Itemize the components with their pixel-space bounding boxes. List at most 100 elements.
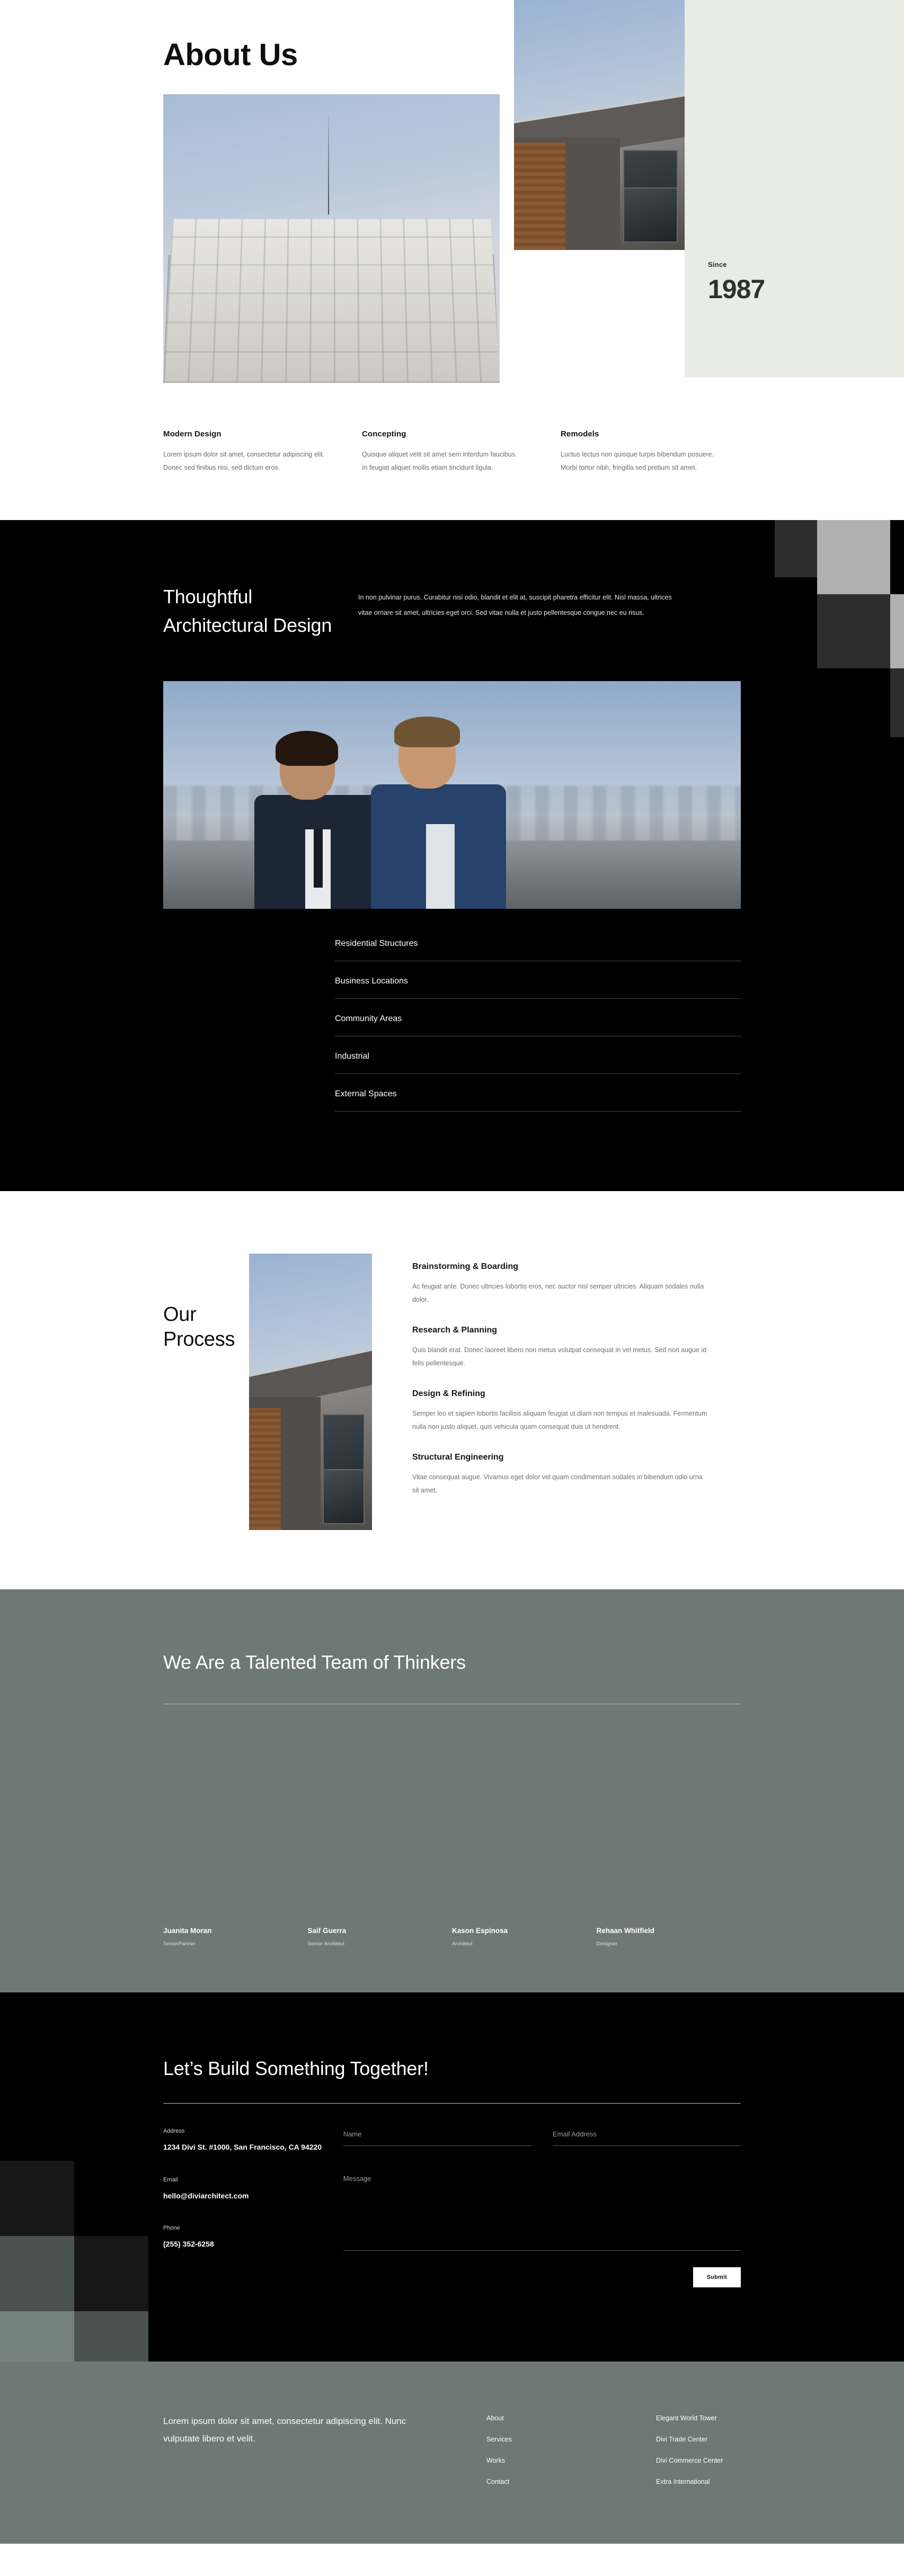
decor-square [0,2160,74,2236]
page-title: About Us [163,38,298,72]
about-building-photo-tall [514,0,685,250]
about-right-column: Since 1987 [514,0,904,383]
team-member-role: Designer [596,1940,618,1947]
page-root: About Us Since 1987 Modern Design Lorem … [0,0,904,2544]
photo-person-right [371,716,506,909]
contact-phone-block: Phone (255) 352-6258 [163,2225,336,2250]
footer-link-about[interactable]: About [486,2414,608,2422]
process-step-body: Ac feugiat ante. Donec ultricies loborti… [412,1282,704,1303]
process-step-heading: Research & Planning [412,1325,498,1335]
message-textarea[interactable] [343,2172,741,2251]
decor-square [74,2235,148,2311]
contact-form-row [343,2128,741,2146]
decor-square [0,2235,74,2311]
feature-heading: Modern Design [163,429,221,439]
contact-email-block: Email hello@diviarchitect.com [163,2177,336,2202]
about-grid: About Us Since 1987 [0,0,904,383]
photo-person-tie [314,829,323,888]
feature-columns: Modern Design Lorem ipsum dolor sit amet… [0,383,904,520]
process-step-heading: Brainstorming & Boarding [412,1262,519,1271]
phone-value[interactable]: (255) 352-6258 [163,2239,336,2250]
process-step: Structural Engineering Vitae consequat a… [412,1453,709,1497]
footer-link-divi-commerce-center[interactable]: Divi Commerce Center [656,2457,778,2464]
site-footer: Lorem ipsum dolor sit amet, consectetur … [0,2362,904,2544]
feature-card: Concepting Quisque aliquet velit sit ame… [362,430,561,475]
team-member-name: Saif Guerra [307,1926,347,1935]
process-step: Design & Refining Semper leo et sapien l… [412,1389,709,1434]
services-list-item[interactable]: Business Locations [335,961,741,999]
contact-address-block: Address 1234 Divi St. #1000, San Francis… [163,2128,336,2153]
footer-nav-column: About Services Works Contact [486,2412,608,2485]
footer-tagline: Lorem ipsum dolor sit amet, consectetur … [163,2416,406,2444]
process-step-body: Quis blandit erat. Donec laoreet libero … [412,1346,707,1367]
submit-button[interactable]: Submit [693,2267,741,2288]
decor-square [0,2311,74,2362]
since-panel: Since 1987 [685,0,904,378]
process-step: Research & Planning Quis blandit erat. D… [412,1326,709,1370]
feature-body: Quisque aliquet velit sit amet sem inter… [362,450,517,471]
email-input[interactable] [552,2128,741,2146]
footer-link-services[interactable]: Services [486,2436,608,2443]
email-label: Email [163,2176,178,2183]
phone-label: Phone [163,2225,180,2232]
team-member-role: Senior Architect [307,1940,345,1947]
photo-wood-cladding [514,142,565,250]
feature-card: Modern Design Lorem ipsum dolor sit amet… [163,430,362,475]
services-list-item[interactable]: External Spaces [335,1074,741,1112]
services-list: Residential Structures Business Location… [335,939,741,1191]
design-section: Thoughtful Architectural Design In non p… [0,520,904,1191]
photo-window-lower [323,1469,365,1525]
footer-link-divi-trade-center[interactable]: Divi Trade Center [656,2436,778,2443]
team-member-card: Rehaan Whitfield Designer [597,1927,741,1947]
footer-link-elegant-world-tower[interactable]: Elegant World Tower [656,2414,778,2422]
team-grid: Juanita Moran SeniorPartner Saif Guerra … [163,1927,741,1947]
photo-person-hair [276,730,338,766]
photo-facade [163,219,500,383]
feature-body: Lorem ipsum dolor sit amet, consectetur … [163,450,325,471]
name-input[interactable] [343,2128,531,2146]
feature-heading: Remodels [561,429,599,439]
process-title: Our Process [163,1303,235,1351]
submit-row: Submit [343,2267,741,2288]
process-step-body: Vitae consequat augue. Vivamus eget dolo… [412,1473,703,1494]
address-label: Address [163,2128,185,2135]
footer-link-contact[interactable]: Contact [486,2478,608,2485]
services-list-item[interactable]: Community Areas [335,999,741,1036]
about-building-photo-wide [163,94,500,383]
services-list-item[interactable]: Industrial [335,1036,741,1074]
process-section: Our Process Brainstorming & Boarding Ac … [0,1191,904,1589]
photo-person-shirt [426,824,455,909]
contact-title: Let’s Build Something Together! [163,2057,429,2079]
email-value[interactable]: hello@diviarchitect.com [163,2190,336,2202]
about-left-column: About Us [0,0,514,383]
process-step-heading: Design & Refining [412,1389,485,1398]
team-member-role: Architect [452,1940,473,1947]
about-section: About Us Since 1987 Modern Design Lorem … [0,0,904,520]
services-list-item[interactable]: Residential Structures [335,939,741,961]
process-step: Brainstorming & Boarding Ac feugiat ante… [412,1262,709,1307]
team-member-name: Kason Espinosa [452,1926,508,1935]
photo-person-left [254,730,382,909]
team-member-card: Kason Espinosa Architect [452,1927,597,1947]
feature-heading: Concepting [362,429,406,439]
photo-wood-cladding [249,1408,281,1530]
team-member-role: SeniorPartner [163,1940,196,1947]
message-field-wrapper [343,2172,741,2253]
design-header: Thoughtful Architectural Design In non p… [0,520,904,640]
decor-square [74,2311,148,2362]
contact-form: Submit [343,2128,741,2288]
contact-divider [163,2103,741,2104]
team-title: We Are a Talented Team of Thinkers [163,1651,466,1673]
contact-form-row-message [343,2172,741,2253]
process-building-photo [249,1253,372,1530]
decor-square [890,668,904,737]
footer-link-works[interactable]: Works [486,2457,608,2464]
team-member-name: Juanita Moran [163,1926,212,1935]
footer-link-extra-international[interactable]: Extra International [656,2478,778,2485]
design-title: Thoughtful Architectural Design [163,585,332,636]
feature-body: Luctus lectus non quisque turpis bibendu… [561,450,714,471]
email-field-wrapper [552,2128,741,2146]
photo-person-hair [394,716,460,747]
contact-section: Let’s Build Something Together! Address … [0,1992,904,2362]
team-member-card: Saif Guerra Senior Architect [308,1927,453,1947]
